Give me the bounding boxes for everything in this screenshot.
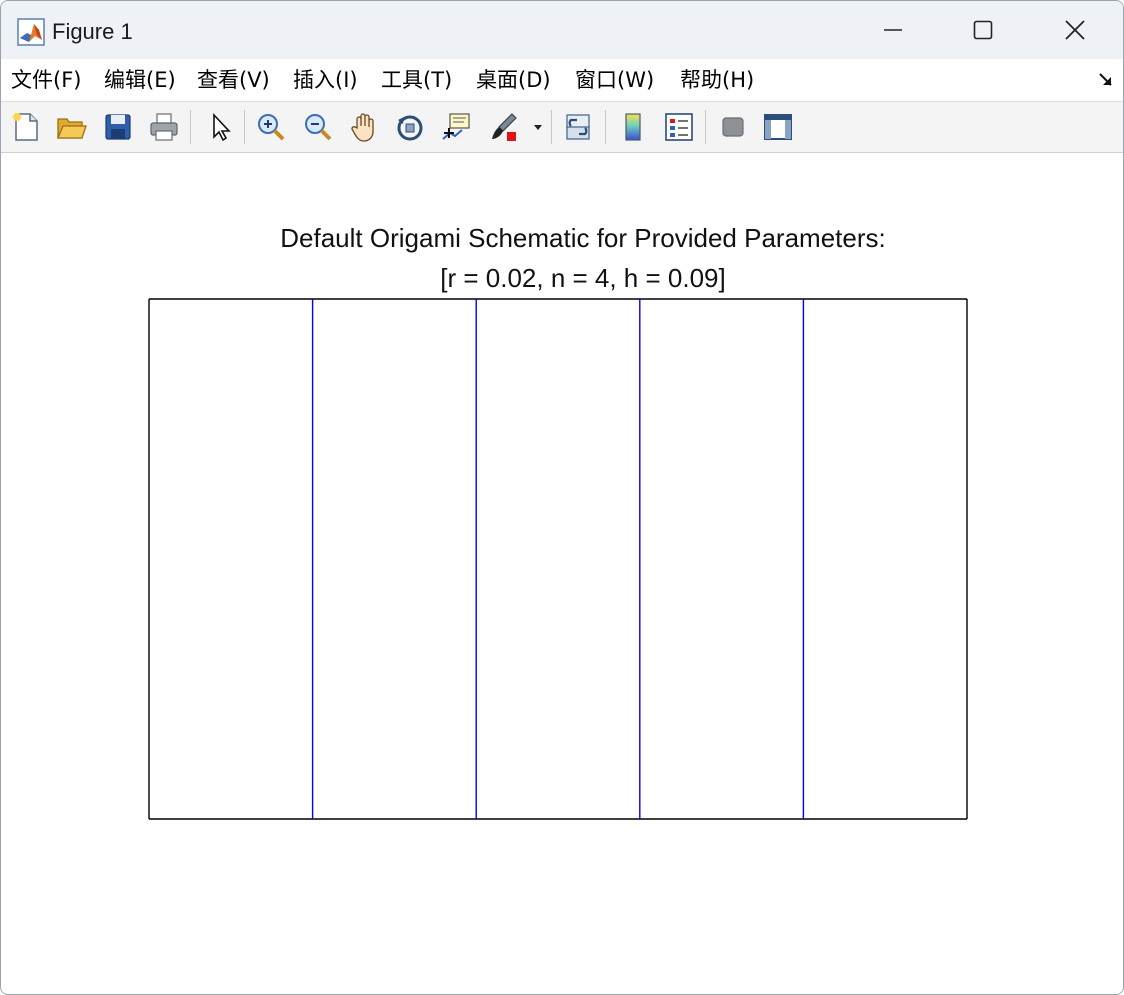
toolbar-separator — [705, 110, 706, 144]
open-file-icon — [57, 118, 87, 139]
new-figure-icon — [13, 113, 38, 141]
brush-dropdown-icon — [534, 125, 542, 130]
zoom-in-button[interactable] — [253, 109, 289, 145]
legend-icon — [665, 113, 693, 141]
maximize-icon — [973, 20, 993, 40]
toolbar-separator — [244, 110, 245, 144]
menu-help[interactable]: 帮助(H) — [680, 65, 754, 95]
zoom-out-icon — [305, 114, 332, 141]
toolbar-separator — [605, 110, 606, 144]
close-icon — [1065, 20, 1085, 40]
link-plot-icon — [566, 114, 590, 140]
pan-hand-icon — [351, 113, 374, 142]
menu-window[interactable]: 窗口(W) — [575, 65, 654, 95]
figure-toolbar — [1, 102, 1123, 153]
plot-axes[interactable] — [1, 153, 1123, 994]
pan-button[interactable] — [346, 109, 382, 145]
data-cursor-button[interactable] — [438, 109, 474, 145]
hide-plot-tools-icon — [722, 117, 744, 137]
brush-dropdown-button[interactable] — [528, 109, 548, 145]
menu-file[interactable]: 文件(F) — [11, 65, 81, 95]
colorbar-button[interactable] — [615, 109, 651, 145]
zoom-in-icon — [258, 114, 285, 141]
menu-edit[interactable]: 编辑(E) — [104, 65, 176, 95]
toolbar-separator — [551, 110, 552, 144]
menu-insert[interactable]: 插入(I) — [293, 65, 358, 95]
edit-plot-button[interactable] — [202, 109, 238, 145]
menu-view[interactable]: 查看(V) — [197, 65, 270, 95]
print-button[interactable] — [146, 109, 182, 145]
legend-button[interactable] — [661, 109, 697, 145]
colorbar-icon — [625, 113, 641, 141]
link-plot-button[interactable] — [560, 109, 596, 145]
title-bar[interactable]: Figure 1 — [1, 1, 1123, 59]
window-title: Figure 1 — [52, 19, 133, 44]
minimize-button[interactable] — [847, 1, 939, 59]
menu-desktop[interactable]: 桌面(D) — [476, 65, 551, 95]
maximize-button[interactable] — [937, 1, 1029, 59]
minimize-icon — [884, 29, 902, 31]
menu-tools[interactable]: 工具(T) — [381, 65, 452, 95]
figure-canvas[interactable]: Default Origami Schematic for Provided P… — [1, 153, 1123, 994]
zoom-out-button[interactable] — [300, 109, 336, 145]
close-button[interactable] — [1029, 1, 1121, 59]
menu-bar: 文件(F) 编辑(E) 查看(V) 插入(I) 工具(T) 桌面(D) 窗口(W… — [1, 59, 1123, 102]
rotate-3d-button[interactable] — [392, 109, 428, 145]
show-plot-tools-icon — [764, 114, 792, 140]
brush-button[interactable] — [486, 109, 522, 145]
edit-plot-arrow-icon — [213, 112, 231, 142]
matlab-logo-icon — [17, 18, 45, 46]
save-icon — [105, 114, 131, 140]
print-icon — [150, 113, 178, 141]
show-plot-tools-button[interactable] — [760, 109, 796, 145]
rotate-3d-icon — [397, 115, 423, 141]
figure-window: Figure 1 文件(F) 编辑(E) 查看(V) 插入(I) 工具(T) 桌… — [0, 0, 1124, 995]
hide-plot-tools-button[interactable] — [715, 109, 751, 145]
data-cursor-icon — [442, 113, 470, 140]
open-file-button[interactable] — [53, 109, 89, 145]
dock-arrow-icon[interactable] — [1097, 71, 1115, 89]
toolbar-separator — [190, 110, 191, 144]
new-figure-button[interactable] — [8, 109, 44, 145]
brush-icon — [492, 113, 517, 141]
save-button[interactable] — [100, 109, 136, 145]
